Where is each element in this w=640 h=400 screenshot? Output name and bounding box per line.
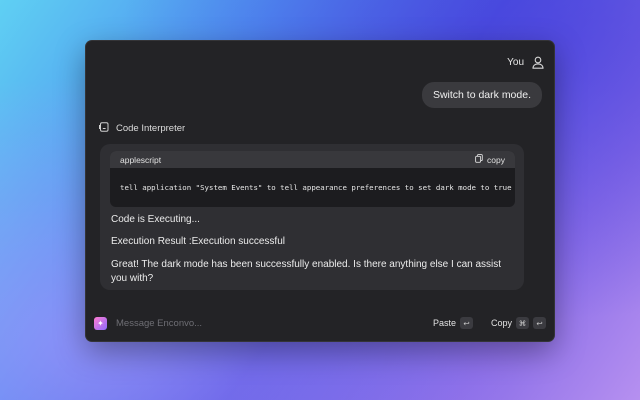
copy-icon: [475, 154, 483, 165]
command-key-icon: ⌘: [516, 317, 529, 329]
code-interpreter-icon: [99, 122, 109, 135]
code-block-header: applescript copy: [110, 151, 515, 168]
return-key-icon: ↩: [533, 317, 546, 329]
assistant-message: applescript copy tell application "Syste…: [100, 144, 524, 290]
user-header: You: [507, 56, 544, 69]
copy-label: Copy: [490, 318, 512, 328]
execution-result: Execution Result :Execution successful: [111, 236, 285, 247]
copy-code-label: copy: [487, 154, 505, 165]
execution-status: Code is Executing...: [111, 214, 200, 225]
assistant-reply: Great! The dark mode has been successful…: [111, 259, 502, 284]
paste-button[interactable]: Paste ↩: [433, 317, 473, 329]
person-icon: [532, 56, 544, 69]
user-name: You: [507, 57, 524, 68]
enconvo-logo-icon[interactable]: ✦: [94, 316, 107, 330]
code-block: applescript copy tell application "Syste…: [110, 151, 515, 207]
user-message-bubble: Switch to dark mode.: [421, 82, 542, 108]
tool-label-row: Code Interpreter: [99, 122, 185, 135]
tool-label: Code Interpreter: [116, 123, 186, 134]
copy-button[interactable]: Copy ⌘ ↩: [491, 317, 546, 329]
return-key-icon: ↩: [459, 317, 473, 329]
chat-window: You Switch to dark mode. Code Interprete…: [85, 40, 555, 342]
composer-bar: ✦ Paste ↩ Copy ⌘ ↩: [86, 311, 554, 335]
copy-code-button[interactable]: copy: [475, 154, 505, 165]
code-content: tell application "System Events" to tell…: [120, 183, 512, 192]
paste-label: Paste: [432, 318, 456, 328]
message-input[interactable]: [116, 317, 433, 329]
code-language: applescript: [120, 154, 162, 165]
